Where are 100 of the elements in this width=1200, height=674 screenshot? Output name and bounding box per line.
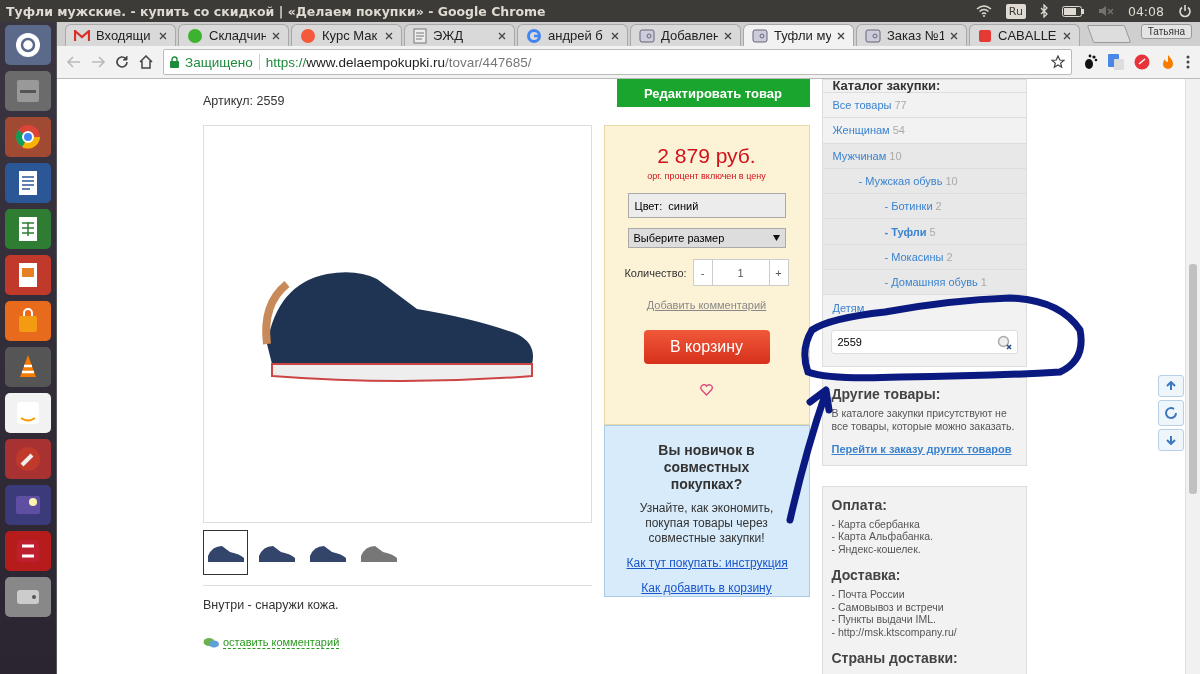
- item-count: 10: [889, 149, 902, 162]
- help-link[interactable]: Как добавить в корзину: [641, 581, 772, 595]
- envelope-icon: [74, 29, 90, 42]
- info-item: - http://msk.ktscompany.ru/: [831, 625, 958, 639]
- circle-icon[interactable]: [1134, 54, 1150, 70]
- wallet-icon: [865, 27, 881, 44]
- info-heading: Доставка:: [831, 567, 902, 584]
- clock[interactable]: 04:08: [1127, 3, 1164, 19]
- quantity-field[interactable]: 1: [711, 260, 770, 285]
- help-text: Узнайте, как экономить, покупая товары через совместные закупки!: [638, 501, 775, 546]
- search-field[interactable]: 2559: [830, 329, 1018, 354]
- add-to-cart-button[interactable]: В корзину: [643, 330, 770, 364]
- scroll-up-button[interactable]: [1158, 375, 1184, 397]
- browser-tab[interactable]: CABALLE: [969, 24, 1080, 46]
- info-heading: Оплата:: [831, 496, 888, 513]
- square-icon: [978, 28, 992, 43]
- close-icon[interactable]: [498, 31, 506, 40]
- item-count: 10: [945, 175, 958, 188]
- search-icon[interactable]: [997, 334, 1013, 350]
- profile-button[interactable]: Татьяна: [1140, 24, 1192, 39]
- security-label: Защищено: [185, 54, 253, 70]
- home-icon[interactable]: [139, 55, 153, 69]
- menu-icon[interactable]: [1186, 55, 1190, 69]
- browser-icon[interactable]: [5, 117, 51, 157]
- catalog-link[interactable]: Все товары: [832, 99, 892, 112]
- close-icon[interactable]: [611, 31, 619, 40]
- item-count: 5: [929, 225, 936, 238]
- drive-icon[interactable]: [5, 577, 51, 617]
- ring-icon: [526, 27, 542, 44]
- close-icon[interactable]: [272, 31, 280, 40]
- lock-icon: [170, 56, 179, 68]
- comment-link[interactable]: оставить комментарий: [223, 636, 340, 649]
- heart-icon[interactable]: [700, 384, 713, 396]
- price: 2 879 руб.: [657, 144, 756, 168]
- caret-icon: [772, 235, 780, 241]
- file-cabinet-icon[interactable]: [5, 71, 51, 111]
- size-dropdown[interactable]: Выберите размер: [627, 228, 786, 248]
- help-title: Вы новичок в совместных покупках?: [657, 442, 756, 493]
- item-count: 2: [935, 200, 942, 213]
- reload-icon[interactable]: [115, 55, 129, 69]
- close-icon[interactable]: [724, 31, 732, 40]
- url-text: https://www.delaempokupki.ru/tovar/447685/: [265, 54, 532, 70]
- wifi-icon[interactable]: [975, 5, 992, 17]
- info-item: - Яндекс-кошелек.: [831, 542, 922, 556]
- translate-icon[interactable]: [1108, 54, 1124, 70]
- close-icon[interactable]: [385, 31, 393, 40]
- price-note: орг. процент включен в цену: [647, 171, 766, 181]
- browser-tab[interactable]: ЭЖД: [404, 24, 515, 46]
- spreadsheet-icon[interactable]: [5, 209, 51, 249]
- close-icon[interactable]: [159, 31, 167, 40]
- footprint-icon[interactable]: [1082, 54, 1098, 70]
- other-goods-text: В каталоге закупки присутствуют не все товары, которые можно заказать.: [831, 406, 1016, 433]
- scrollbar-thumb[interactable]: [1189, 264, 1197, 494]
- keyboard-layout-indicator[interactable]: Ru: [1005, 3, 1026, 19]
- power-icon[interactable]: [1178, 4, 1192, 18]
- product-description: Внутри - снаружи кожа.: [203, 598, 340, 612]
- ubuntu-logo-icon[interactable]: [5, 25, 51, 65]
- presentation-icon[interactable]: [5, 255, 51, 295]
- circle-icon: [300, 27, 316, 44]
- speech-bubbles-icon: [203, 636, 219, 649]
- help-link[interactable]: Как тут покупать: инструкция: [626, 556, 788, 570]
- color-field[interactable]: Цвет: синий: [627, 193, 786, 218]
- item-count: 54: [892, 124, 905, 137]
- thumbnail[interactable]: [203, 530, 248, 575]
- info-item: - Почта России: [831, 588, 906, 601]
- traffic-cone-icon[interactable]: [5, 347, 51, 387]
- refresh-icon: [1164, 406, 1178, 420]
- quantity-label: Количество:: [624, 266, 687, 279]
- other-goods-link[interactable]: Перейти к заказу других товаров: [831, 442, 1012, 455]
- arrow-down-icon: [1166, 435, 1176, 445]
- catalog-link[interactable]: Женщинам: [832, 124, 890, 137]
- info-item: - Карта сбербанка: [831, 517, 921, 531]
- address-bar[interactable]: Защищено https://www.delaempokupki.ru/tovar/447685/: [163, 49, 1072, 75]
- item-count: 77: [894, 99, 907, 112]
- browser-tab[interactable]: Курс Мак: [291, 24, 402, 46]
- other-goods-title: Другие товары:: [831, 385, 942, 402]
- catalog-link[interactable]: Детям: [832, 301, 865, 314]
- browser-tab[interactable]: андрей б: [517, 24, 628, 46]
- article-number: Артикул: 2559: [203, 93, 286, 109]
- scroll-down-button[interactable]: [1158, 429, 1184, 451]
- close-icon[interactable]: [950, 31, 958, 40]
- star-icon[interactable]: [1051, 55, 1065, 69]
- window-title: Туфли мужские. - купить со скидкой | «Делаем покупки» - Google Chrome: [6, 3, 547, 19]
- battery-icon[interactable]: [1061, 5, 1084, 17]
- bluetooth-icon[interactable]: [1039, 4, 1048, 18]
- info-item: - Пункты выдачи IML.: [831, 613, 938, 626]
- wallet-icon: [639, 27, 655, 44]
- item-count: 2: [946, 250, 953, 263]
- info-item: - Карта Альфабанка.: [831, 530, 934, 543]
- arrow-up-icon: [1166, 381, 1176, 391]
- browser-tab[interactable]: Входящи: [65, 24, 176, 46]
- document-icon: [413, 27, 427, 44]
- info-heading: Страны доставки:: [831, 650, 959, 667]
- refresh-button[interactable]: [1158, 400, 1184, 426]
- catalog-title: Каталог закупки:: [831, 80, 942, 92]
- document-icon[interactable]: [5, 163, 51, 203]
- wallet-icon: [752, 27, 768, 44]
- close-icon[interactable]: [1063, 31, 1071, 40]
- close-icon[interactable]: [837, 31, 845, 40]
- circle-icon: [187, 27, 203, 44]
